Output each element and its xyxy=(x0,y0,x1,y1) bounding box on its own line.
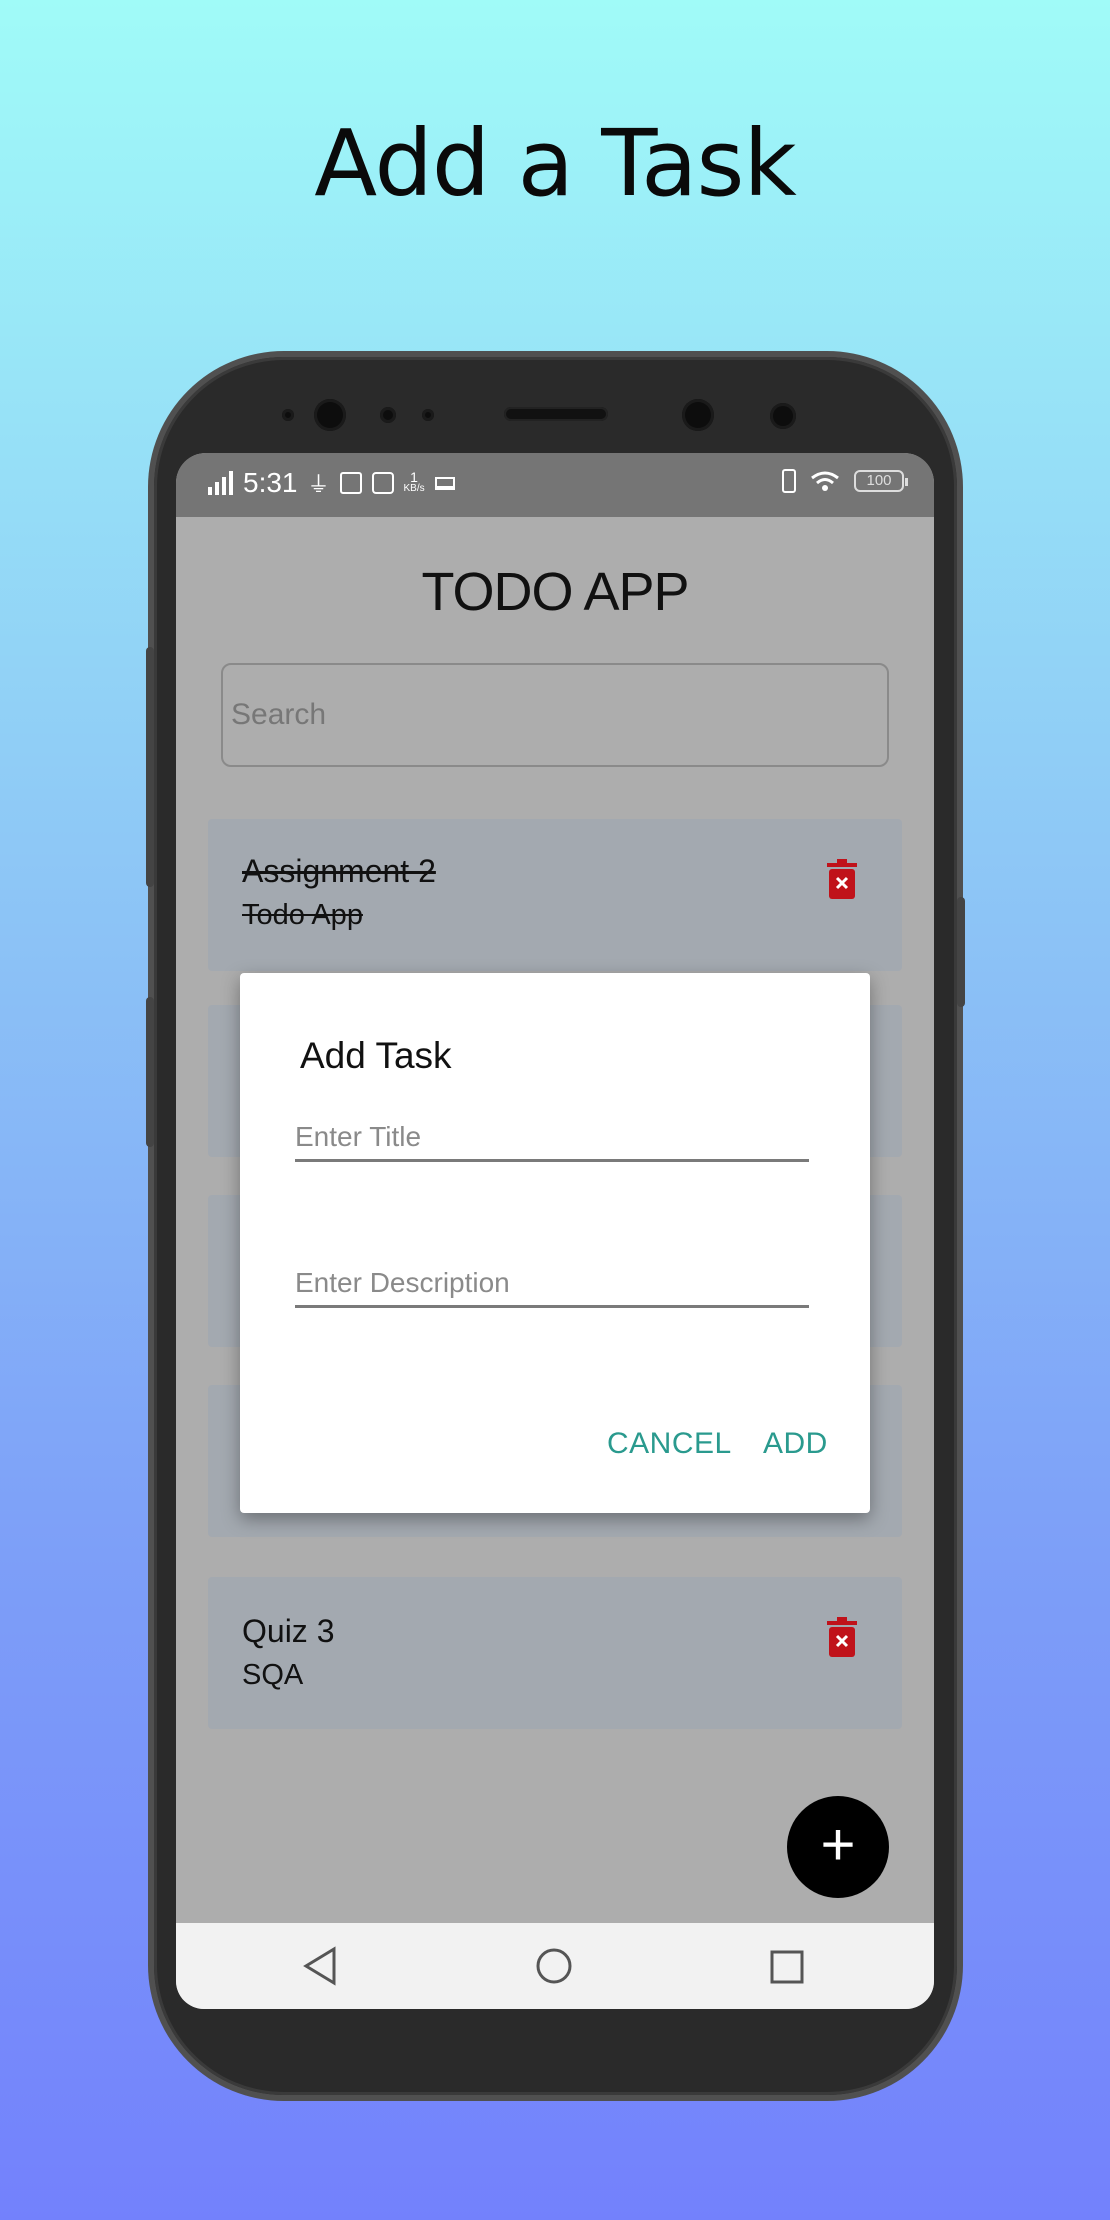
navigation-bar xyxy=(176,1923,934,2009)
usb-icon: ⏚ xyxy=(307,472,330,497)
sensor-dot xyxy=(380,407,396,423)
delete-icon[interactable] xyxy=(826,859,858,899)
power-button xyxy=(957,897,965,1007)
front-camera xyxy=(314,399,346,431)
front-camera xyxy=(682,399,714,431)
task-description: Todo App xyxy=(242,899,363,931)
page-headline: Add a Task xyxy=(314,110,797,217)
signal-icon xyxy=(208,471,233,495)
task-title: Assignment 2 xyxy=(242,853,436,889)
phone-frame: 5:31 ⏚ 1 KB/s 100 TODO APP Search Assign… xyxy=(146,357,965,2095)
app-title: TODO APP xyxy=(421,562,689,622)
earpiece-speaker xyxy=(504,407,608,421)
title-field xyxy=(295,1121,809,1162)
phone-screen: 5:31 ⏚ 1 KB/s 100 TODO APP Search Assign… xyxy=(176,453,934,2009)
delete-icon[interactable] xyxy=(826,1617,858,1657)
task-card[interactable]: Assignment 2 Todo App xyxy=(208,819,902,971)
description-field xyxy=(295,1267,809,1308)
add-button[interactable]: ADD xyxy=(763,1427,828,1461)
recents-icon[interactable] xyxy=(770,1950,804,1984)
status-time: 5:31 xyxy=(243,467,298,498)
vibrate-icon xyxy=(782,469,796,493)
add-task-dialog: Add Task CANCEL ADD xyxy=(240,973,870,1513)
side-button xyxy=(146,997,154,1147)
back-icon[interactable] xyxy=(302,1946,338,1986)
description-input[interactable] xyxy=(295,1267,809,1305)
sensor-dot xyxy=(422,409,434,421)
add-task-fab[interactable]: + xyxy=(787,1796,889,1898)
task-title: Quiz 3 xyxy=(242,1613,335,1649)
clipboard-check-icon xyxy=(371,472,394,494)
sensor-dot xyxy=(770,403,796,429)
volume-button xyxy=(146,647,154,887)
wifi-icon xyxy=(811,471,839,491)
sd-card-icon xyxy=(339,472,362,494)
battery-icon: 100 xyxy=(854,470,908,492)
cancel-button[interactable]: CANCEL xyxy=(607,1427,732,1461)
sensor-dot xyxy=(282,409,294,421)
network-speed: 1 KB/s xyxy=(403,469,425,494)
task-description: SQA xyxy=(242,1659,304,1691)
search-placeholder: Search xyxy=(231,698,327,731)
search-input[interactable]: Search xyxy=(221,663,889,767)
laptop-icon xyxy=(434,476,455,490)
home-icon[interactable] xyxy=(535,1947,573,1985)
dialog-title: Add Task xyxy=(300,1035,452,1076)
title-input[interactable] xyxy=(295,1121,809,1159)
task-card[interactable]: Quiz 3 SQA xyxy=(208,1577,902,1729)
